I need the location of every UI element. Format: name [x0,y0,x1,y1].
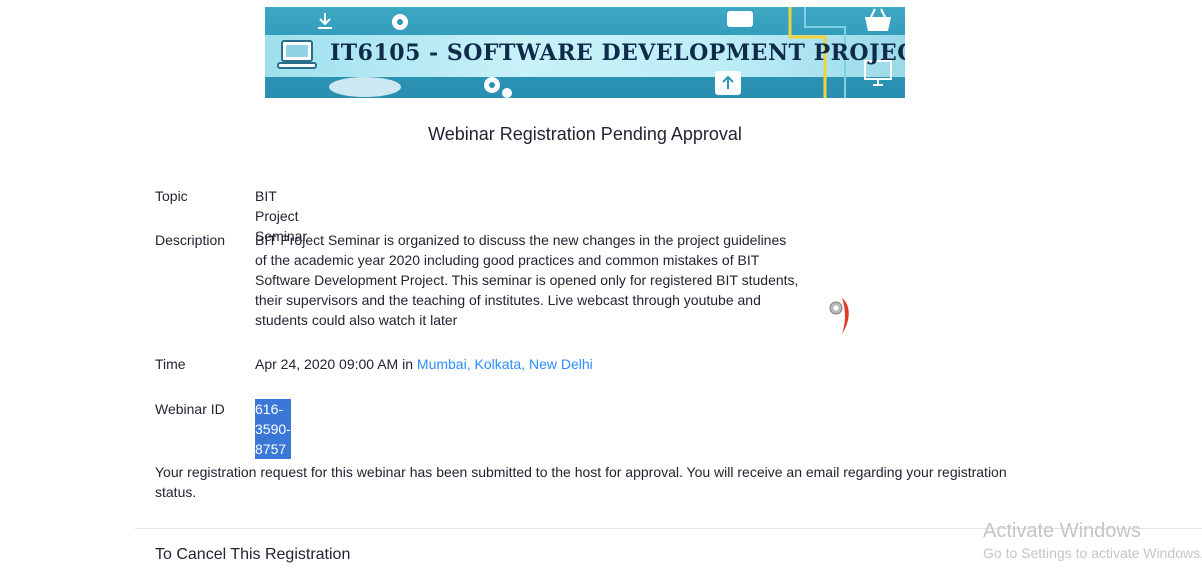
time-value-group: Apr 24, 2020 09:00 AM in Mumbai, Kolkata… [255,354,593,374]
timezone-link[interactable]: Mumbai, Kolkata, New Delhi [417,356,593,372]
basket-icon [865,8,891,31]
busy-cursor-icon [829,298,849,334]
time-label: Time [155,356,186,372]
topic-label: Topic [155,188,188,204]
cancel-registration-heading: To Cancel This Registration [155,546,351,563]
banner-title: IT6105 - SOFTWARE DEVELOPMENT PROJECT [330,40,905,66]
cloud-icon [329,77,401,97]
time-value: Apr 24, 2020 09:00 AM [255,356,399,372]
webinar-id-value[interactable]: 616-3590-8757 [255,399,291,459]
webinar-registration-page: IT6105 - SOFTWARE DEVELOPMENT PROJECT We… [0,0,1202,579]
chat-icon [727,11,753,27]
laptop-icon [277,40,317,69]
upload-icon [715,71,741,95]
description-label: Description [155,232,226,248]
gear-icon [484,77,512,98]
download-icon [318,13,332,29]
page-title: Webinar Registration Pending Approval [428,124,742,144]
approval-notice: Your registration request for this webin… [155,464,1007,500]
time-connector: in [402,356,414,372]
activate-windows-subtitle: Go to Settings to activate Windows. [983,545,1202,561]
webinar-id-label: Webinar ID [155,401,225,417]
gear-icon [392,14,408,30]
activate-windows-title: Activate Windows [983,520,1141,542]
course-banner: IT6105 - SOFTWARE DEVELOPMENT PROJECT [265,7,905,98]
description-value: BIT Project Seminar is organized to disc… [255,232,799,328]
